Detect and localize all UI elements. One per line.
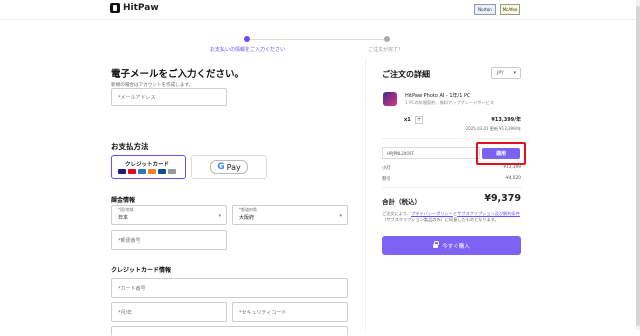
credit-card-option[interactable]: クレジットカード	[111, 155, 186, 179]
buy-now-button[interactable]: 今すぐ購入	[382, 236, 521, 255]
gpay-label: Pay	[226, 162, 241, 172]
email-title: 電子メールをご入力ください。	[111, 69, 245, 80]
email-field[interactable]: *メールアドレス	[111, 88, 227, 106]
credit-card-label: クレジットカード	[125, 162, 170, 168]
total-label: 合計（税込）	[382, 198, 421, 206]
country-value: 日本	[118, 214, 129, 221]
quantity-plus-button[interactable]: +	[415, 116, 423, 124]
renewal-info: 2025.03.01 更新 ¥13,399/年	[465, 126, 521, 131]
apply-coupon-button[interactable]: 適用	[482, 148, 520, 159]
hitpaw-logo-icon	[110, 3, 120, 13]
mastercard-icon	[128, 169, 136, 174]
quantity: x1	[404, 117, 411, 123]
subscription-terms-link[interactable]: サブスクリプション及び解約条件	[457, 211, 520, 216]
security-badges: Norton McAfee	[474, 4, 520, 15]
column-divider	[365, 60, 366, 330]
order-title: ご注文の詳細	[382, 70, 430, 79]
billing-title: 課金情報	[111, 197, 136, 204]
lock-icon	[433, 240, 440, 248]
divider	[382, 187, 522, 188]
total-value: ¥9,379	[484, 193, 521, 204]
currency-select[interactable]: JPY	[491, 67, 521, 79]
google-pay-option[interactable]: G Pay	[191, 155, 267, 179]
country-label: *国/地域	[118, 207, 134, 212]
terms-prefix: ご注文により、	[382, 211, 412, 216]
buy-now-label: 今すぐ購入	[442, 243, 470, 250]
card-info-title: クレジットカード情報	[111, 267, 172, 274]
postal-code-field[interactable]: *郵便番号	[111, 230, 227, 250]
google-g-icon: G	[217, 162, 225, 172]
top-bar: HitPaw Norton McAfee	[0, 0, 640, 20]
step-1-dot	[244, 36, 250, 42]
prefecture-value: 大阪府	[239, 214, 255, 221]
subtotal-value: ¥13,399	[503, 165, 521, 170]
step-2-dot	[384, 36, 390, 42]
payment-title: お支払方法	[111, 142, 149, 151]
product-icon	[383, 92, 397, 106]
discover-icon	[148, 169, 156, 174]
google-pay-button: G Pay	[210, 160, 248, 174]
next-field[interactable]	[111, 326, 348, 336]
chevron-down-icon: ▾	[339, 213, 342, 219]
hitpaw-logo[interactable]: HitPaw	[110, 3, 159, 13]
scrollbar[interactable]	[636, 0, 640, 330]
security-code-field[interactable]: *セキュリティコード	[232, 302, 348, 322]
norton-badge: Norton	[474, 4, 496, 15]
country-select[interactable]: *国/地域 日本 ▾	[111, 205, 227, 225]
step-2-label: ご注文が完了！	[368, 47, 404, 53]
scrollbar-thumb[interactable]	[636, 6, 640, 326]
prefecture-select[interactable]: *都道府県 大阪府 ▾	[232, 205, 348, 225]
expiry-field[interactable]: *月/年	[111, 302, 227, 322]
checkout-steps: お支払いの情報をご入力ください ご注文が完了！	[200, 33, 440, 57]
amex-icon	[138, 169, 146, 174]
terms-suffix: （サブスクリプション製品のみ）に同意したものとなります。	[382, 217, 499, 222]
diners-icon	[168, 169, 176, 174]
privacy-policy-link[interactable]: プライバシーポリシー	[411, 211, 453, 216]
product-price: ¥13,399/年	[491, 117, 521, 123]
product-subtitle: 1 PCの年間契約、無料アップグレードサービス	[405, 100, 495, 105]
subtotal-label: 小計	[382, 166, 391, 171]
mcafee-badge: McAfee	[500, 4, 520, 15]
jcb-icon	[158, 169, 166, 174]
terms-text: ご注文により、プライバシーポリシーとサブスクリプション及び解約条件（サブスクリプ…	[382, 211, 522, 223]
prefecture-label: *都道府県	[239, 207, 257, 212]
divider	[382, 138, 522, 139]
visa-icon	[118, 169, 126, 174]
email-section: 電子メールをご入力ください。 新規の場合はアカウントを作成します。	[111, 66, 361, 88]
coupon-input[interactable]: HPJPNL20OFF	[382, 147, 480, 159]
discount-label: 割引	[382, 177, 391, 182]
chevron-down-icon: ▾	[218, 213, 221, 219]
card-number-field[interactable]: *カード番号	[111, 278, 348, 298]
step-line	[247, 39, 387, 40]
product-name: HitPaw Photo AI - 1年/1 PC	[405, 93, 471, 99]
brand-name: HitPaw	[123, 3, 159, 13]
discount-value: -¥4,020	[504, 176, 521, 181]
step-1-label: お支払いの情報をご入力ください	[210, 47, 286, 53]
card-brand-icons	[118, 169, 176, 174]
